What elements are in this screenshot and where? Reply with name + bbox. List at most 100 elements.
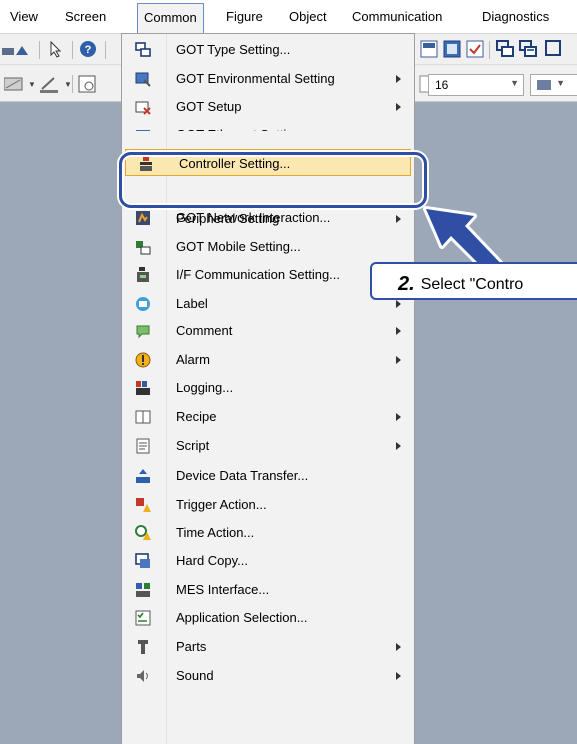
menu-item-sound[interactable]: Sound [123,662,413,690]
line-color-icon[interactable]: ▼ [40,75,70,93]
chevron-right-icon [396,643,401,651]
trigger-action-icon [136,498,151,512]
fill-color-icon[interactable]: ▼ [4,75,34,93]
logging-icon [136,381,150,395]
menu-item-label: Time Action... [176,525,255,540]
menu-item-hard-copy[interactable]: Hard Copy... [123,547,413,575]
menu-diagnostics[interactable]: Diagnostics [482,9,549,24]
menu-item-got-environmental-setting[interactable]: GOT Environmental Setting [123,65,413,93]
menu-item-got-network-interaction[interactable]: GOT Network Interaction... [123,204,413,232]
highlight-frame [119,152,427,208]
menu-item-got-mobile-setting[interactable]: GOT Mobile Setting... [123,233,413,261]
sound-icon [137,670,148,682]
device-list-icon[interactable] [420,40,438,58]
menu-item-trigger-action[interactable]: Trigger Action... [123,491,413,519]
help-icon[interactable]: ? [79,40,97,58]
menu-item-script[interactable]: Script [123,432,413,460]
app-window: { "menubar": { "items": [ {"label": "Vie… [0,0,577,744]
menu-object[interactable]: Object [289,9,327,24]
chevron-right-icon [396,442,401,450]
menu-item-label: Logging... [176,380,234,395]
svg-text:▼: ▼ [64,80,70,89]
menu-item-logging[interactable]: Logging... [123,374,413,402]
menu-item-label: Device Data Transfer... [176,468,309,483]
menu-figure[interactable]: Figure [226,9,263,24]
menu-item-got-setup[interactable]: GOT Setup [123,93,413,121]
network-icon [136,211,150,225]
data-view-icon[interactable] [443,40,461,58]
menu-item-label: GOT Mobile Setting... [176,239,301,254]
menu-item-label: GOT Setup [176,99,242,114]
menu-item-got-type-setting[interactable]: GOT Type Setting... [123,36,413,64]
menu-item-label: GOT Network Interaction... [176,210,331,225]
text-color-combo[interactable]: ▼ [530,74,577,96]
window-arrange-icon[interactable] [545,40,563,58]
label-icon [136,297,150,311]
menu-item-label: GOT Ethernet Setting [176,127,301,131]
chevron-right-icon [396,103,401,111]
common-menu: GOT Type Setting... GOT Environmental Set… [121,33,415,744]
menu-item-label: MES Interface... [176,582,270,597]
menu-item-label: I/F Communication Setting... [176,267,341,282]
menu-item-label: GOT Environmental Setting [176,71,335,86]
menu-item-label: Comment [176,323,233,338]
menu-view[interactable]: View [10,9,38,24]
menu-item-parts[interactable]: Parts [123,633,413,661]
menu-item-label: Alarm [176,352,210,367]
select-pointer-icon[interactable] [46,40,64,58]
menu-item-label: Script [176,438,210,453]
menu-item-label: GOT Type Setting... [176,42,291,57]
font-size-value: 16 [435,78,449,92]
menu-item-got-ethernet-setting[interactable]: GOT Ethernet Setting [123,121,413,131]
device-data-transfer-icon [136,469,150,483]
menu-item-mes-interface[interactable]: MES Interface... [123,576,413,604]
menu-bar: View Screen Common Figure Object Communi… [0,0,577,34]
check-screen-icon[interactable] [466,40,484,58]
screen-switch-icon[interactable] [2,40,32,58]
chevron-right-icon [396,356,401,364]
hard-copy-icon [135,553,150,568]
instruction-callout: 2. Select "Contro [370,262,577,300]
application-selection-icon [135,610,151,626]
menu-item-time-action[interactable]: Time Action... [123,519,413,547]
environment-icon [135,72,151,87]
color-swatch [537,80,551,90]
alarm-icon [135,352,151,368]
menu-item-label: Sound [176,668,214,683]
window-cascade-icon[interactable] [496,40,514,58]
menu-item-alarm[interactable]: Alarm [123,346,413,374]
got-type-icon [135,42,151,57]
svg-text:▼: ▼ [28,80,34,89]
toolbar-separator [72,75,73,93]
zoom-window-icon[interactable] [78,75,96,93]
chevron-down-icon[interactable]: ▼ [556,78,565,88]
step-number: 2. [398,273,415,295]
chevron-right-icon [396,672,401,680]
toolbar-separator [489,41,490,59]
parts-icon [138,640,148,654]
menu-item-recipe[interactable]: Recipe [123,403,413,431]
menu-item-label: Trigger Action... [176,497,267,512]
mes-interface-icon [136,583,150,597]
menu-item-device-data-transfer[interactable]: Device Data Transfer... [123,462,413,490]
menu-item-label: Recipe [176,409,217,424]
chevron-right-icon [396,300,401,308]
toolbar-separator [72,41,73,59]
mobile-icon [136,241,151,255]
menu-common[interactable]: Common [137,3,204,34]
toolbar-separator [39,41,40,59]
menu-screen[interactable]: Screen [65,9,106,24]
menu-communication[interactable]: Communication [352,9,442,24]
time-action-icon [135,525,151,540]
if-communication-icon [137,267,149,282]
font-size-combo[interactable]: 16 ▼ [428,74,524,96]
comment-icon [136,325,150,339]
window-tile-icon[interactable] [519,40,537,58]
chevron-down-icon[interactable]: ▼ [510,78,519,88]
recipe-icon [135,410,151,424]
chevron-right-icon [396,413,401,421]
menu-item-application-selection[interactable]: Application Selection... [123,604,413,632]
menu-item-label: Hard Copy... [176,553,249,568]
chevron-right-icon [396,327,401,335]
menu-item-comment[interactable]: Comment [123,317,413,345]
